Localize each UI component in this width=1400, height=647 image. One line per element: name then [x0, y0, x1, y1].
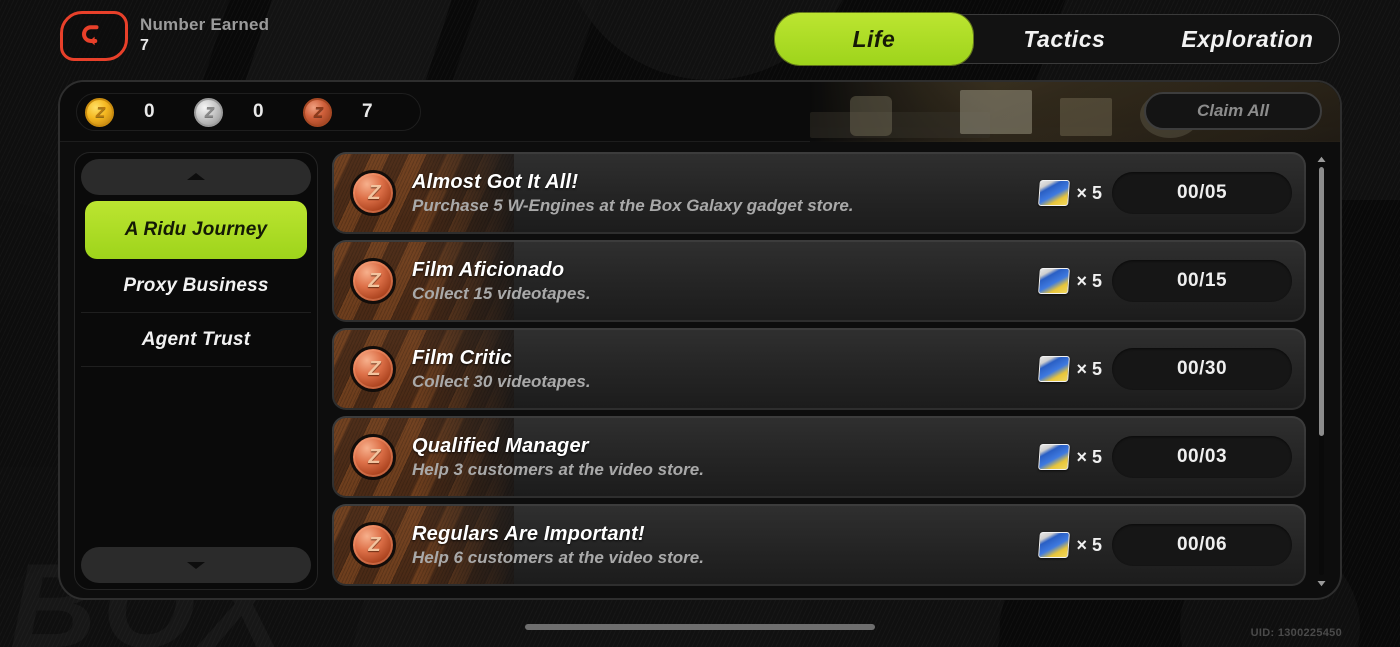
category-sidebar: A Ridu Journey Proxy Business Agent Trus…	[74, 152, 318, 590]
polychrome-reward-icon	[1038, 268, 1071, 294]
achievement-title: Almost Got It All!	[412, 171, 579, 193]
home-indicator	[525, 624, 875, 630]
achievement-row[interactable]: Z Almost Got It All! Purchase 5 W-Engine…	[332, 152, 1306, 234]
top-header-bar: Number Earned 7 Life Tactics Exploration	[0, 0, 1400, 78]
silver-medal-group: Z 0	[194, 97, 303, 127]
medal-counter-bar: Z 0 Z 0 Z 7	[76, 93, 421, 131]
achievement-row[interactable]: Z Film Critic Collect 30 videotapes. × 5…	[332, 328, 1306, 410]
achievement-description: Help 3 customers at the video store.	[412, 460, 704, 479]
sidebar-item-agent-trust[interactable]: Agent Trust	[81, 313, 311, 367]
banner-decor	[960, 90, 1032, 134]
achievement-reward: × 5	[1038, 268, 1102, 294]
silver-medal-icon: Z	[194, 97, 223, 127]
bronze-medal-icon: Z	[350, 522, 396, 568]
achievement-reward: × 5	[1038, 532, 1102, 558]
achievement-text: Film Critic Collect 30 videotapes.	[412, 346, 1039, 392]
sidebar-item-proxy-business[interactable]: Proxy Business	[81, 259, 311, 313]
silver-medal-count: 0	[253, 101, 264, 122]
back-button[interactable]	[60, 11, 128, 61]
bronze-medal-icon: Z	[350, 258, 396, 304]
sidebar-list: A Ridu Journey Proxy Business Agent Trus…	[81, 195, 311, 547]
bronze-medal-count: 7	[362, 101, 373, 122]
achievement-title: Film Aficionado	[412, 259, 565, 281]
achievement-area: Z Almost Got It All! Purchase 5 W-Engine…	[332, 152, 1328, 590]
chevron-down-icon	[187, 562, 205, 569]
achievement-text: Regulars Are Important! Help 6 customers…	[412, 522, 1039, 568]
scrollbar-track[interactable]	[1318, 167, 1324, 575]
bronze-medal-group: Z 7	[303, 97, 412, 127]
bronze-medal-icon: Z	[350, 346, 396, 392]
panel-top-strip: Z 0 Z 0 Z 7 Claim All	[60, 82, 1340, 142]
achievement-progress: 00/15	[1112, 260, 1292, 302]
achievement-row[interactable]: Z Film Aficionado Collect 15 videotapes.…	[332, 240, 1306, 322]
polychrome-reward-icon	[1038, 180, 1071, 206]
achievement-description: Collect 15 videotapes.	[412, 284, 591, 303]
gold-medal-count: 0	[144, 101, 155, 122]
number-earned-block: Number Earned 7	[140, 15, 269, 56]
reward-multiplier: × 5	[1076, 534, 1102, 555]
achievement-title: Regulars Are Important!	[412, 523, 645, 545]
achievement-description: Purchase 5 W-Engines at the Box Galaxy g…	[412, 196, 854, 215]
tab-exploration[interactable]: Exploration	[1156, 15, 1339, 63]
achievement-progress: 00/05	[1112, 172, 1292, 214]
achievement-reward: × 5	[1038, 444, 1102, 470]
scroll-down-arrow-icon[interactable]	[1316, 578, 1326, 588]
achievements-panel: Z 0 Z 0 Z 7 Claim All A Ridu Journey Pro…	[58, 80, 1342, 600]
achievement-text: Qualified Manager Help 3 customers at th…	[412, 434, 1039, 480]
achievement-row[interactable]: Z Qualified Manager Help 3 customers at …	[332, 416, 1306, 498]
tab-tactics[interactable]: Tactics	[973, 15, 1156, 63]
achievement-title: Qualified Manager	[412, 435, 589, 457]
achievement-description: Help 6 customers at the video store.	[412, 548, 704, 567]
achievement-description: Collect 30 videotapes.	[412, 372, 591, 391]
reward-multiplier: × 5	[1076, 270, 1102, 291]
gold-medal-group: Z 0	[85, 97, 194, 127]
polychrome-reward-icon	[1038, 444, 1071, 470]
sidebar-scroll-down-button[interactable]	[81, 547, 311, 583]
bronze-medal-icon: Z	[303, 97, 332, 127]
tab-life[interactable]: Life	[775, 13, 973, 65]
scroll-up-arrow-icon[interactable]	[1316, 154, 1326, 164]
achievement-title: Film Critic	[412, 347, 512, 369]
achievement-text: Film Aficionado Collect 15 videotapes.	[412, 258, 1039, 304]
achievement-progress: 00/30	[1112, 348, 1292, 390]
achievement-reward: × 5	[1038, 180, 1102, 206]
achievement-text: Almost Got It All! Purchase 5 W-Engines …	[412, 170, 1039, 216]
number-earned-value: 7	[140, 37, 149, 54]
banner-decor	[1060, 98, 1112, 136]
banner-decor	[850, 96, 892, 136]
bronze-medal-icon: Z	[350, 170, 396, 216]
claim-all-button[interactable]: Claim All	[1144, 92, 1322, 130]
reward-multiplier: × 5	[1076, 446, 1102, 467]
scrollbar-thumb[interactable]	[1318, 167, 1324, 437]
chevron-up-icon	[187, 173, 205, 180]
achievement-reward: × 5	[1038, 356, 1102, 382]
reward-multiplier: × 5	[1076, 182, 1102, 203]
number-earned-label: Number Earned	[140, 15, 270, 34]
gold-medal-icon: Z	[85, 97, 114, 127]
bronze-medal-icon: Z	[350, 434, 396, 480]
achievement-scrollbar[interactable]	[1314, 152, 1328, 590]
sidebar-scroll-up-button[interactable]	[81, 159, 311, 195]
achievement-row[interactable]: Z Regulars Are Important! Help 6 custome…	[332, 504, 1306, 586]
category-tabs: Life Tactics Exploration	[775, 13, 1340, 65]
sidebar-item-a-ridu-journey[interactable]: A Ridu Journey	[85, 201, 307, 259]
achievement-list: Z Almost Got It All! Purchase 5 W-Engine…	[332, 152, 1306, 590]
achievement-progress: 00/06	[1112, 524, 1292, 566]
polychrome-reward-icon	[1038, 532, 1071, 558]
panel-body: A Ridu Journey Proxy Business Agent Trus…	[60, 142, 1340, 598]
reward-multiplier: × 5	[1076, 358, 1102, 379]
polychrome-reward-icon	[1038, 356, 1071, 382]
achievement-progress: 00/03	[1112, 436, 1292, 478]
uid-label: UID: 1300225450	[1250, 627, 1342, 639]
back-arrow-icon	[82, 25, 99, 46]
